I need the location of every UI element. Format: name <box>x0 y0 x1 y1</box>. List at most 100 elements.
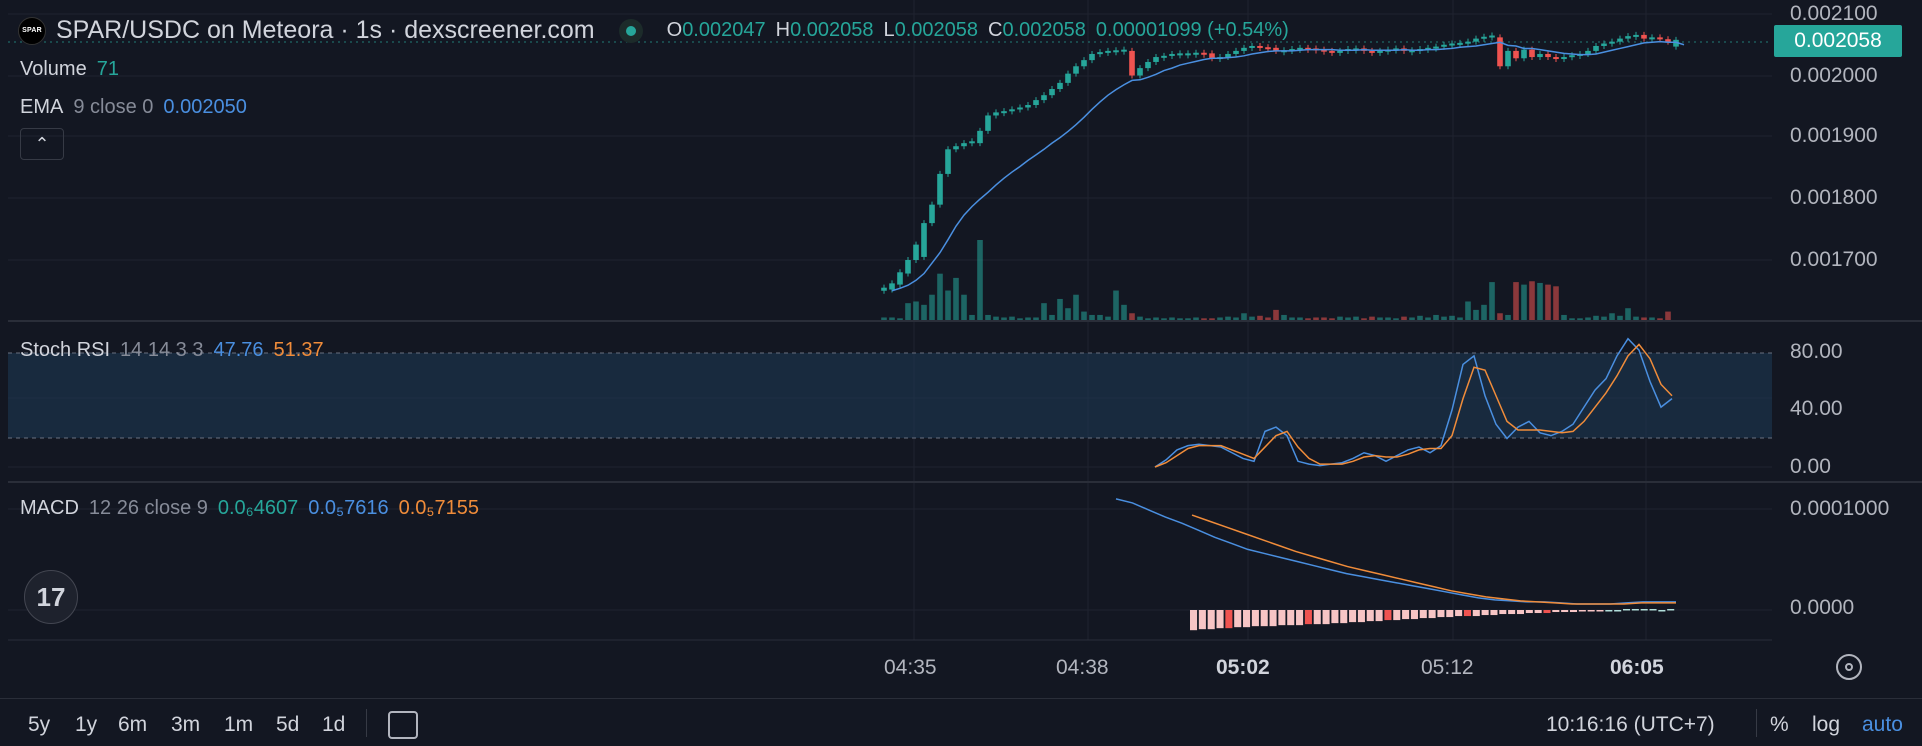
settings-icon[interactable] <box>1836 654 1862 680</box>
candle-body <box>1641 34 1647 39</box>
macd-hist-bar <box>1658 610 1666 612</box>
volume-bar <box>1313 317 1319 320</box>
macd-legend[interactable]: MACD 12 26 close 9 0.0₆4607 0.0₅7616 0.0… <box>20 497 479 520</box>
volume-bar <box>1601 316 1607 320</box>
candle-body <box>921 223 927 257</box>
candle-body <box>1153 57 1159 62</box>
candle-body <box>1257 45 1263 48</box>
stoch-rsi-legend[interactable]: Stoch RSI 14 14 3 3 47.76 51.37 <box>20 339 324 362</box>
macd-hist-bar <box>1269 610 1277 627</box>
macd-hist-bar <box>1243 610 1251 628</box>
clock-timezone[interactable]: 10:16:16 (UTC+7) <box>1546 713 1715 737</box>
volume-bar <box>1073 294 1079 320</box>
go-to-date-calendar-icon[interactable] <box>388 711 418 739</box>
macd-hist-bar <box>1331 610 1339 624</box>
macd-hist-bar <box>1296 610 1304 626</box>
macd-hist-bar <box>1216 610 1224 629</box>
ohlc-high: H0.002058 <box>775 19 874 41</box>
candle-body <box>1033 100 1039 106</box>
macd-hist-bar <box>1260 610 1268 627</box>
macd-hist-bar <box>1375 610 1383 622</box>
range-button-5y[interactable]: 5y <box>28 713 50 737</box>
candle-body <box>1041 95 1047 101</box>
volume-bar <box>1529 281 1535 320</box>
macd-hist-bar <box>1366 610 1374 622</box>
ohlc-close: C0.002058 <box>988 19 1086 41</box>
volume-bar <box>1465 301 1471 320</box>
volume-bar <box>1169 317 1175 320</box>
candle-body <box>1625 36 1631 39</box>
volume-bar <box>1369 316 1375 320</box>
ema-params: 9 close 0 <box>73 96 154 118</box>
candle-body <box>1185 53 1191 56</box>
macd-hist-bar <box>1481 610 1489 616</box>
volume-bar <box>1033 317 1039 320</box>
candle-body <box>1057 82 1063 90</box>
volume-bar <box>897 318 903 320</box>
macd-hist-bar <box>1304 610 1312 625</box>
macd-hist-bar <box>1543 610 1551 614</box>
candle-body <box>1561 57 1567 60</box>
ema-legend[interactable]: EMA 9 close 0 0.002050 <box>20 96 247 119</box>
candle-body <box>1369 50 1375 53</box>
volume-bar <box>1089 314 1095 320</box>
macd-hist-bar <box>1508 610 1516 615</box>
range-button-5d[interactable]: 5d <box>276 713 299 737</box>
macd-signal-line <box>1191 514 1676 605</box>
candle-body <box>897 272 903 285</box>
volume-bar <box>1321 317 1327 320</box>
stoch-d-value: 51.37 <box>273 339 324 361</box>
volume-bar <box>1417 315 1423 320</box>
macd-hist-bar <box>1614 610 1622 612</box>
volume-bar <box>921 304 927 320</box>
macd-hist-bar <box>1516 610 1525 615</box>
volume-bar <box>1577 318 1583 320</box>
volume-bar <box>937 273 943 320</box>
percent-scale-toggle[interactable]: % <box>1770 713 1789 737</box>
range-button-3m[interactable]: 3m <box>171 713 200 737</box>
macd-hist-value: 0.0₆4607 <box>217 497 299 519</box>
macd-tick-label: 0.0001000 <box>1790 497 1890 520</box>
candle-body <box>1193 52 1199 55</box>
volume-bar <box>1297 317 1303 320</box>
volume-bar <box>1473 309 1479 320</box>
volume-bar <box>1393 318 1399 320</box>
macd-hist-bar <box>1534 610 1542 614</box>
volume-bar <box>1657 318 1663 320</box>
candle-body <box>945 149 951 174</box>
range-button-1m[interactable]: 1m <box>224 713 253 737</box>
volume-legend[interactable]: Volume 71 <box>20 58 119 81</box>
volume-bar <box>1489 282 1495 320</box>
range-button-6m[interactable]: 6m <box>118 713 147 737</box>
macd-hist-bar <box>1596 610 1604 612</box>
candle-body <box>969 141 975 144</box>
volume-bar <box>1041 303 1047 320</box>
macd-hist-bar <box>1472 610 1480 617</box>
auto-scale-toggle[interactable]: auto <box>1862 713 1903 737</box>
tradingview-logo-icon[interactable]: 17 <box>24 570 78 624</box>
volume-bar <box>905 303 911 320</box>
volume-bar <box>1609 313 1615 320</box>
candle-body <box>913 244 919 260</box>
volume-bar <box>1161 318 1167 320</box>
volume-bar <box>1009 316 1015 320</box>
volume-bar <box>1289 317 1295 320</box>
candle-body <box>1017 107 1023 110</box>
macd-params: 12 26 close 9 <box>88 497 208 519</box>
log-scale-toggle[interactable]: log <box>1812 713 1840 737</box>
volume-bar <box>1361 318 1367 320</box>
volume-bar <box>1345 317 1351 320</box>
time-tick-label: 06:05 <box>1610 656 1664 679</box>
candle-body <box>1089 53 1095 61</box>
candle-body <box>1161 55 1167 58</box>
volume-bar <box>1385 317 1391 320</box>
volume-bar <box>1401 316 1407 320</box>
collapse-legend-button[interactable]: ⌃ <box>20 128 64 160</box>
candle-body <box>881 287 887 291</box>
range-button-1d[interactable]: 1d <box>322 713 345 737</box>
volume-bar <box>1449 315 1455 320</box>
macd-hist-bar <box>1605 610 1613 612</box>
volume-bar <box>1649 317 1655 320</box>
macd-hist-bar <box>1278 610 1286 626</box>
range-button-1y[interactable]: 1y <box>75 713 97 737</box>
